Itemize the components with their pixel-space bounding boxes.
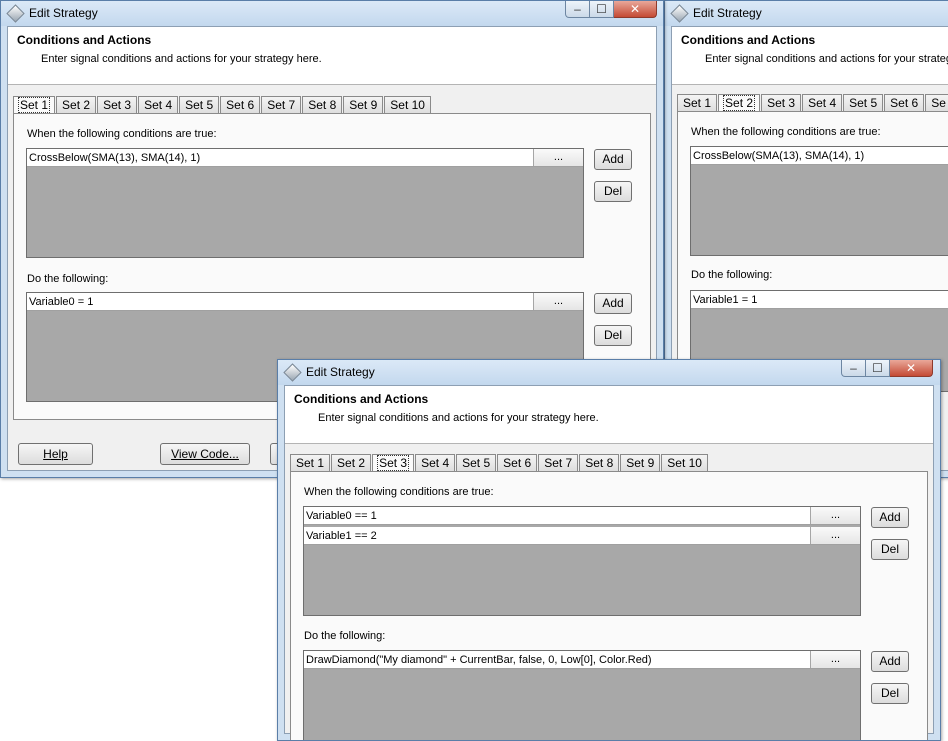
edit-condition-button[interactable]: ...	[810, 507, 860, 524]
tab-set-9[interactable]: Set 9	[620, 454, 661, 471]
title-bar[interactable]: Edit Strategy	[665, 1, 948, 26]
app-icon	[6, 4, 25, 23]
app-icon	[670, 4, 689, 23]
tab-set-4[interactable]: Set 4	[138, 96, 179, 113]
tab-set-5[interactable]: Set 5	[843, 94, 884, 111]
condition-row[interactable]: CrossBelow(SMA(13), SMA(14), 1) ...	[27, 149, 583, 167]
edit-action-button[interactable]: ...	[810, 651, 860, 668]
add-action-button[interactable]: Add	[871, 651, 909, 672]
edit-condition-button[interactable]: ...	[533, 149, 583, 166]
tab-page: When the following conditions are true: …	[290, 471, 928, 740]
app-icon	[283, 363, 302, 382]
tab-set-3[interactable]: Set 3	[372, 454, 415, 472]
tab-set-7[interactable]: Set 7	[261, 96, 302, 113]
tab-page: When the following conditions are true: …	[677, 111, 948, 392]
maximize-button[interactable]: ☐	[590, 1, 614, 18]
header-subtitle: Enter signal conditions and actions for …	[705, 53, 948, 65]
close-button[interactable]: ✕	[614, 1, 657, 18]
tab-set-7[interactable]: Set 7	[538, 454, 579, 471]
tab-set-5[interactable]: Set 5	[179, 96, 220, 113]
title-bar[interactable]: Edit Strategy – ☐ ✕	[278, 360, 940, 385]
delete-condition-button[interactable]: Del	[594, 181, 632, 202]
delete-condition-button[interactable]: Del	[871, 539, 909, 560]
header-subtitle: Enter signal conditions and actions for …	[41, 53, 322, 65]
delete-action-button[interactable]: Del	[594, 325, 632, 346]
condition-row[interactable]: Variable1 == 2 ...	[304, 527, 860, 545]
add-condition-button[interactable]: Add	[871, 507, 909, 528]
condition-text: CrossBelow(SMA(13), SMA(14), 1)	[693, 150, 865, 162]
set-tabs: Set 1 Set 2 Set 3 Set 4 Set 5 Set 6 Set …	[13, 95, 432, 114]
tab-set-6[interactable]: Set 6	[220, 96, 261, 113]
header-panel: Conditions and Actions Enter signal cond…	[8, 27, 656, 85]
window-controls: – ☐ ✕	[565, 1, 657, 19]
actions-label: Do the following:	[691, 269, 773, 281]
header-panel: Conditions and Actions Enter signal cond…	[672, 27, 948, 85]
tab-set-1[interactable]: Set 1	[13, 96, 56, 114]
condition-text: Variable0 == 1	[306, 510, 377, 522]
set-tabs: Set 1 Set 2 Set 3 Set 4 Set 5 Set 6 Set …	[290, 453, 709, 472]
condition-row[interactable]: CrossBelow(SMA(13), SMA(14), 1)	[691, 147, 948, 165]
conditions-label: When the following conditions are true:	[304, 486, 494, 498]
tab-set-10[interactable]: Set 10	[661, 454, 708, 471]
conditions-label: When the following conditions are true:	[27, 128, 217, 140]
tab-set-4[interactable]: Set 4	[415, 454, 456, 471]
tab-set-2[interactable]: Set 2	[331, 454, 372, 471]
condition-text: Variable1 == 2	[306, 530, 377, 542]
tab-set-2[interactable]: Set 2	[718, 94, 761, 112]
tab-set-4[interactable]: Set 4	[802, 94, 843, 111]
header-panel: Conditions and Actions Enter signal cond…	[285, 386, 933, 444]
tab-set-2[interactable]: Set 2	[56, 96, 97, 113]
tab-set-9[interactable]: Set 9	[343, 96, 384, 113]
tab-set-6[interactable]: Set 6	[884, 94, 925, 111]
tab-set-1[interactable]: Set 1	[290, 454, 331, 471]
tab-set-1[interactable]: Set 1	[677, 94, 718, 111]
conditions-list[interactable]: CrossBelow(SMA(13), SMA(14), 1)	[690, 146, 948, 256]
tab-set-8[interactable]: Set 8	[302, 96, 343, 113]
header-title: Conditions and Actions	[681, 33, 816, 47]
conditions-list[interactable]: Variable0 == 1 ... Variable1 == 2 ...	[303, 506, 861, 616]
set-tabs: Set 1 Set 2 Set 3 Set 4 Set 5 Set 6 Se	[677, 93, 948, 112]
conditions-list[interactable]: CrossBelow(SMA(13), SMA(14), 1) ...	[26, 148, 584, 258]
window-client: Conditions and Actions Enter signal cond…	[284, 385, 934, 740]
close-button[interactable]: ✕	[890, 360, 933, 377]
add-condition-button[interactable]: Add	[594, 149, 632, 170]
header-subtitle: Enter signal conditions and actions for …	[318, 412, 599, 424]
help-button[interactable]: Help	[18, 443, 93, 465]
action-text: Variable0 = 1	[29, 296, 94, 308]
delete-action-button[interactable]: Del	[871, 683, 909, 704]
tab-set-10[interactable]: Set 10	[384, 96, 431, 113]
edit-condition-button[interactable]: ...	[810, 527, 860, 544]
action-row[interactable]: DrawDiamond("My diamond" + CurrentBar, f…	[304, 651, 860, 669]
tab-set-7[interactable]: Se	[925, 94, 948, 111]
window-title: Edit Strategy	[693, 6, 762, 20]
add-action-button[interactable]: Add	[594, 293, 632, 314]
tab-set-5[interactable]: Set 5	[456, 454, 497, 471]
tab-set-3[interactable]: Set 3	[761, 94, 802, 111]
header-title: Conditions and Actions	[294, 392, 429, 406]
action-text: Variable1 = 1	[693, 294, 758, 306]
action-row[interactable]: Variable0 = 1 ...	[27, 293, 583, 311]
window-title: Edit Strategy	[306, 365, 375, 379]
conditions-label: When the following conditions are true:	[691, 126, 881, 138]
tab-set-8[interactable]: Set 8	[579, 454, 620, 471]
view-code-button[interactable]: View Code...	[160, 443, 250, 465]
actions-label: Do the following:	[27, 273, 109, 285]
header-title: Conditions and Actions	[17, 33, 152, 47]
maximize-button[interactable]: ☐	[866, 360, 890, 377]
action-text: DrawDiamond("My diamond" + CurrentBar, f…	[306, 654, 652, 666]
edit-action-button[interactable]: ...	[533, 293, 583, 310]
tab-set-6[interactable]: Set 6	[497, 454, 538, 471]
tab-set-3[interactable]: Set 3	[97, 96, 138, 113]
condition-row[interactable]: Variable0 == 1 ...	[304, 507, 860, 525]
actions-label: Do the following:	[304, 630, 386, 642]
actions-list[interactable]: DrawDiamond("My diamond" + CurrentBar, f…	[303, 650, 861, 740]
minimize-button[interactable]: –	[841, 360, 866, 377]
minimize-button[interactable]: –	[565, 1, 590, 18]
action-row[interactable]: Variable1 = 1	[691, 291, 948, 309]
title-bar[interactable]: Edit Strategy – ☐ ✕	[1, 1, 663, 26]
edit-strategy-window-set3: Edit Strategy – ☐ ✕ Conditions and Actio…	[277, 359, 941, 741]
condition-text: CrossBelow(SMA(13), SMA(14), 1)	[29, 152, 201, 164]
window-title: Edit Strategy	[29, 6, 98, 20]
window-controls: – ☐ ✕	[841, 360, 933, 378]
